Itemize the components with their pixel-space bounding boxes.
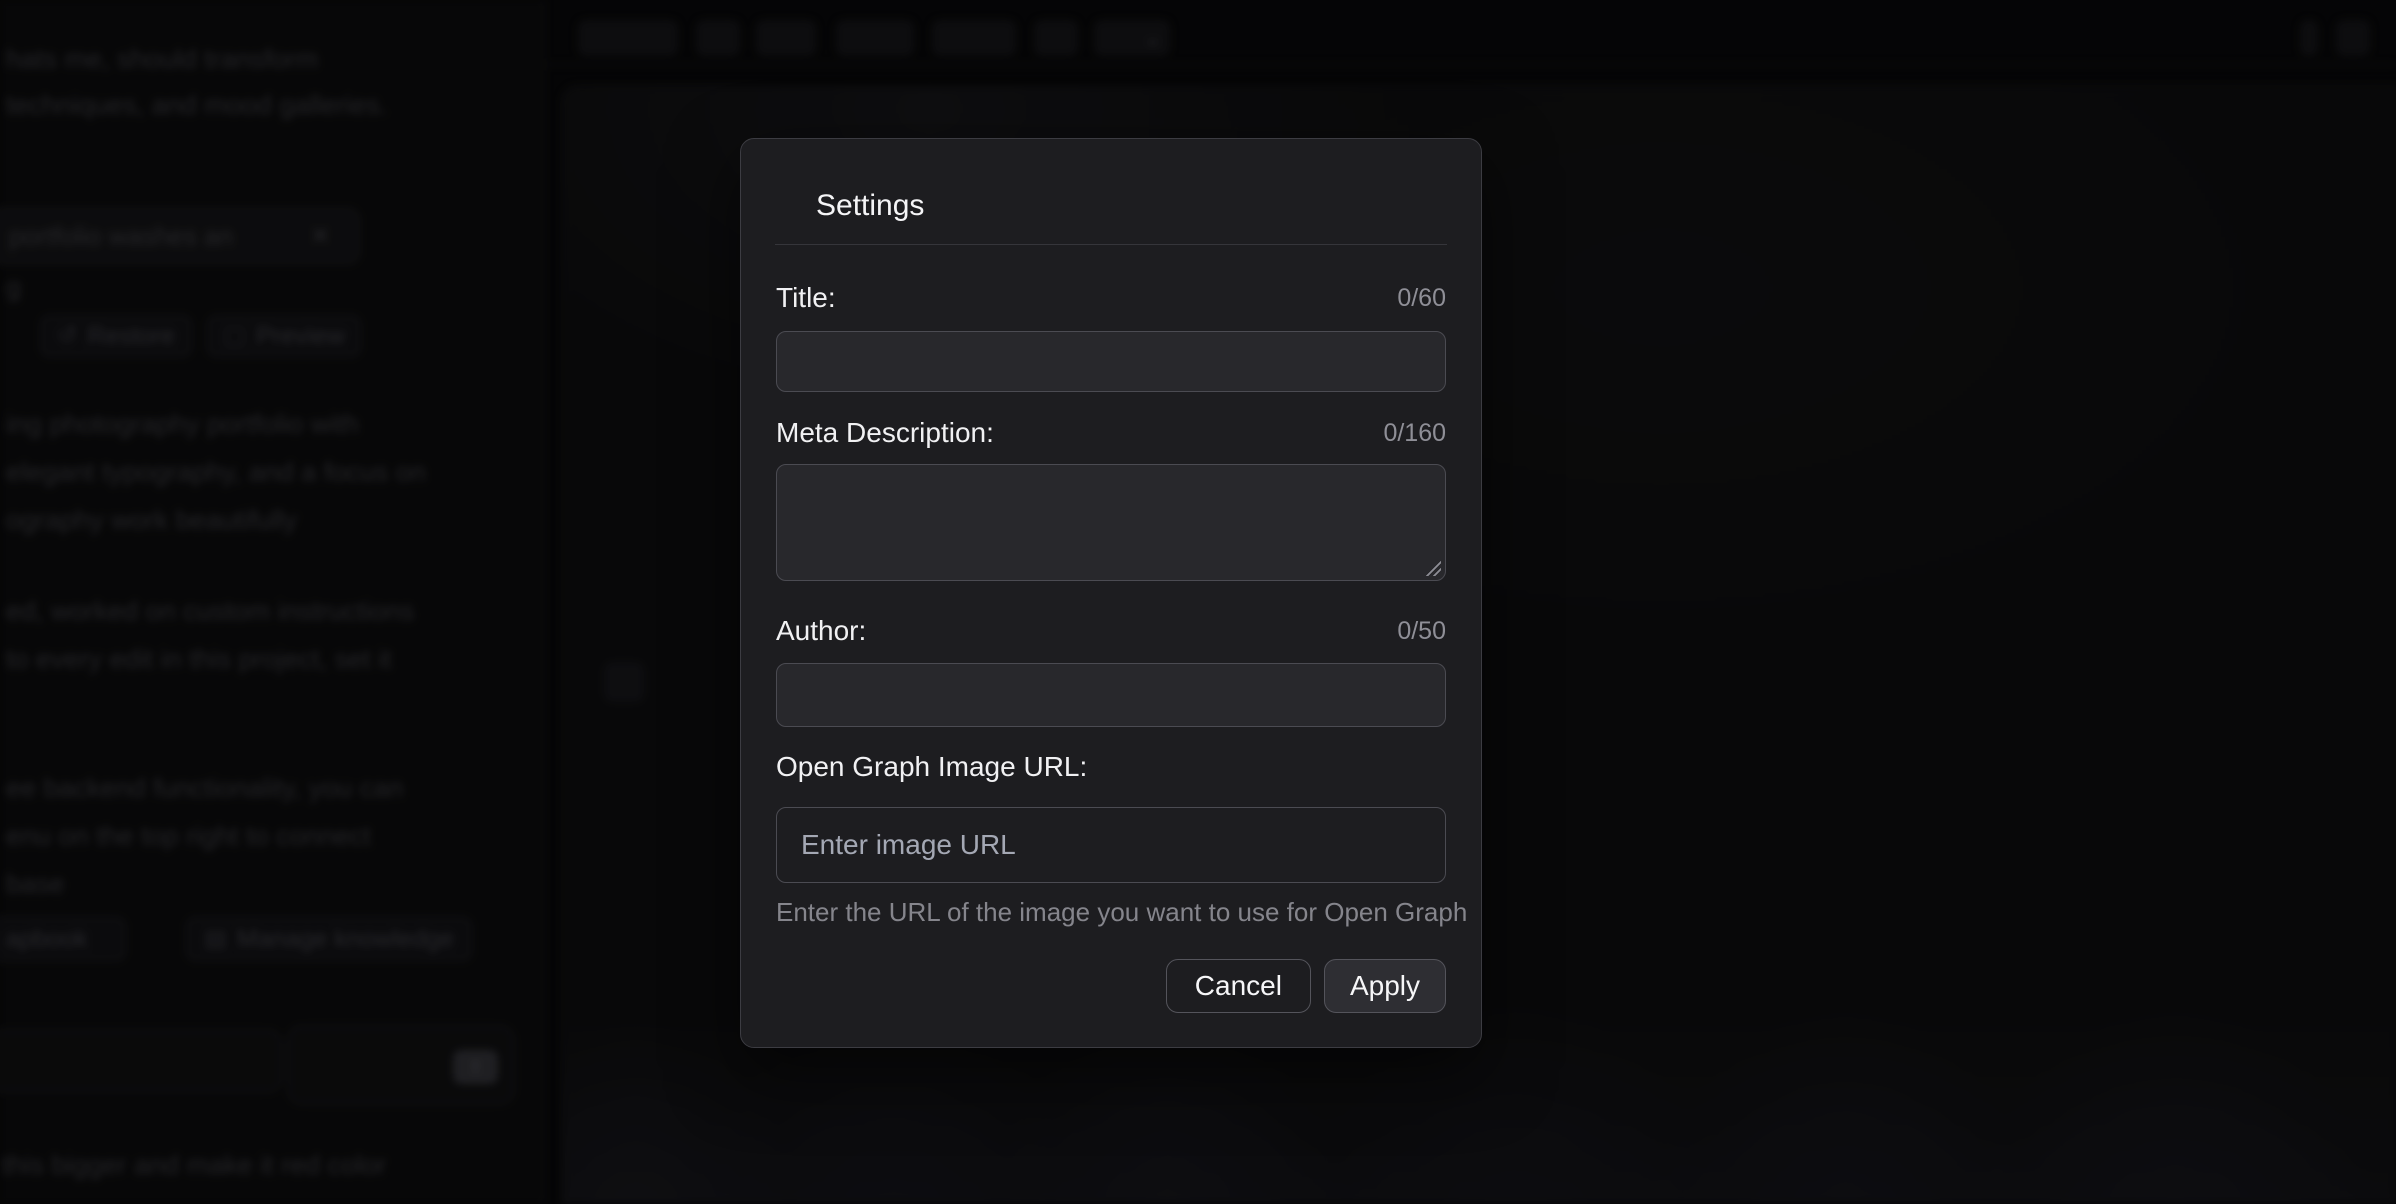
meta-description-counter: 0/160 (1383, 419, 1446, 448)
title-label: Title: (776, 282, 836, 314)
og-image-helper-text: Enter the URL of the image you want to u… (776, 896, 1446, 928)
title-field-row: Title: 0/60 (776, 280, 1446, 316)
settings-dialog: Settings Title: 0/60 Meta Description: 0… (740, 138, 1482, 1048)
author-counter: 0/50 (1397, 617, 1446, 646)
og-image-url-label: Open Graph Image URL: (776, 751, 1087, 783)
og-image-field-row: Open Graph Image URL: (776, 749, 1446, 785)
title-input[interactable] (776, 331, 1446, 392)
dialog-divider (775, 244, 1447, 245)
dialog-actions: Cancel Apply (776, 959, 1446, 1013)
author-input[interactable] (776, 663, 1446, 727)
author-field-row: Author: 0/50 (776, 613, 1446, 649)
meta-description-textarea[interactable] (776, 464, 1446, 581)
title-counter: 0/60 (1397, 284, 1446, 313)
meta-description-label: Meta Description: (776, 417, 994, 449)
dialog-title: Settings (816, 187, 1446, 225)
app-window: hats me, should transform techniques, an… (0, 0, 2396, 1204)
cancel-button[interactable]: Cancel (1166, 959, 1311, 1013)
og-image-url-input[interactable] (776, 807, 1446, 883)
apply-button[interactable]: Apply (1324, 959, 1446, 1013)
author-label: Author: (776, 615, 866, 647)
meta-description-field-row: Meta Description: 0/160 (776, 415, 1446, 451)
